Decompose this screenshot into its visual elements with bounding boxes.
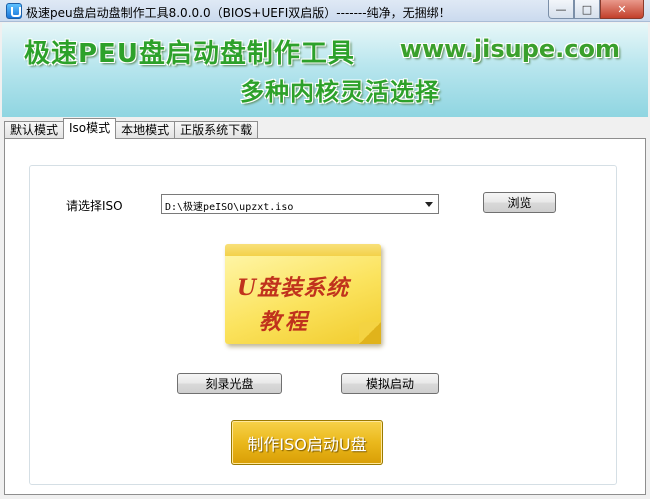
minimize-button[interactable]: — <box>548 0 574 19</box>
tab-default-mode[interactable]: 默认模式 <box>4 121 65 139</box>
banner-title: 极速PEU盘启动盘制作工具 <box>24 39 355 69</box>
dropdown-arrow-icon[interactable] <box>425 202 433 207</box>
iso-select-label: 请选择ISO <box>66 199 123 213</box>
burn-disc-button[interactable]: 刻录光盘 <box>177 373 282 394</box>
tutorial-note-line1: U盘装系统 <box>237 275 350 301</box>
maximize-button[interactable]: □ <box>574 0 600 19</box>
mode-tabs: 默认模式 Iso模式 本地模式 正版系统下载 <box>4 118 259 139</box>
app-icon <box>6 3 22 19</box>
tutorial-note-line2: 教程 <box>259 309 312 335</box>
iso-path-dropdown[interactable]: D:\极速peISO\upzxt.iso <box>161 194 439 214</box>
banner-subtitle: 多种内核灵活选择 <box>240 78 440 106</box>
iso-path-value: D:\极速peISO\upzxt.iso <box>165 202 294 213</box>
make-iso-usb-button[interactable]: 制作ISO启动U盘 <box>231 420 383 465</box>
page-curl-icon <box>359 322 381 344</box>
tab-iso-mode[interactable]: Iso模式 <box>63 118 117 139</box>
header-banner: 极速PEU盘启动盘制作工具 www.jisupe.com 多种内核灵活选择 <box>2 23 648 117</box>
window-title: 极速peu盘启动盘制作工具8.0.0.0（BIOS+UEFI双启版）------… <box>26 6 451 20</box>
browse-button[interactable]: 浏览 <box>483 192 556 213</box>
title-bar[interactable]: 极速peu盘启动盘制作工具8.0.0.0（BIOS+UEFI双启版）------… <box>0 0 650 22</box>
tab-genuine-system-download[interactable]: 正版系统下载 <box>174 121 259 139</box>
simulate-boot-button[interactable]: 模拟启动 <box>341 373 439 394</box>
banner-url: www.jisupe.com <box>399 35 620 63</box>
close-button[interactable]: ✕ <box>600 0 644 19</box>
window-controls: — □ ✕ <box>548 0 644 20</box>
tab-local-mode[interactable]: 本地模式 <box>115 121 176 139</box>
usb-tutorial-note[interactable]: U盘装系统 教程 <box>225 244 381 344</box>
